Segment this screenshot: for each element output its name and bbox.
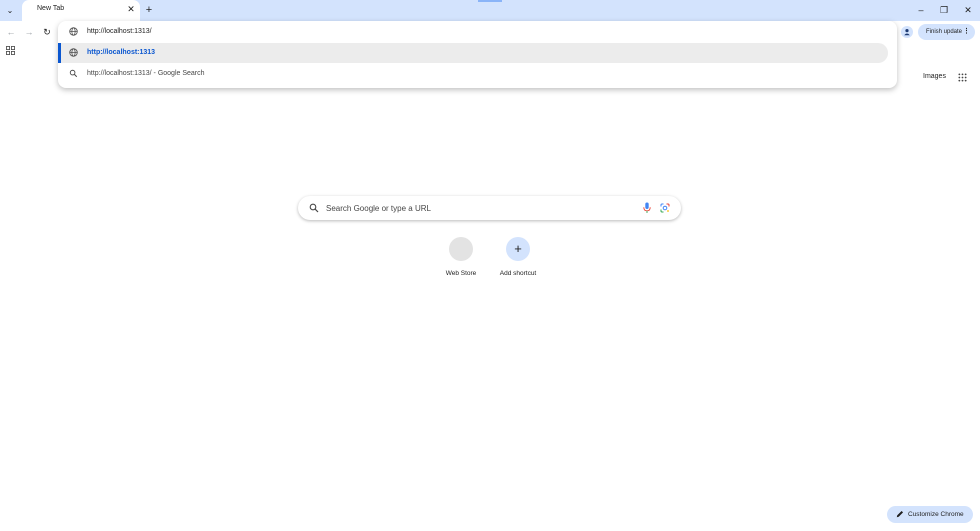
back-button[interactable]: ← (5, 26, 17, 38)
search-icon (309, 203, 319, 213)
close-window-button[interactable]: ✕ (961, 3, 975, 17)
suggestion-text: http://localhost:1313/ - Google Search (87, 70, 205, 77)
pencil-icon (896, 510, 904, 518)
ntp-search-box[interactable]: Search Google or type a URL (298, 196, 681, 220)
selection-indicator (58, 43, 61, 63)
profile-button[interactable] (901, 26, 913, 38)
omnibox-input-value: http://localhost:1313/ (87, 28, 152, 35)
globe-icon (69, 48, 78, 57)
suggestion-text: http://localhost:1313 (87, 49, 156, 56)
tabstrip-drag-area (478, 0, 502, 2)
omnibox-suggestion[interactable]: http://localhost:1313/ - Google Search (58, 64, 888, 84)
omnibox-suggestion[interactable]: http://localhost:1313 (58, 43, 888, 63)
search-placeholder: Search Google or type a URL (326, 204, 431, 213)
finish-update-button[interactable]: Finish update ⋮ (918, 24, 975, 40)
microphone-icon[interactable] (642, 202, 652, 214)
kebab-menu-icon: ⋮ (963, 28, 970, 35)
minimize-button[interactable]: – (914, 3, 928, 17)
tab-title: New Tab (37, 5, 65, 12)
apps-shortcut-icon[interactable] (6, 46, 15, 55)
forward-button[interactable]: → (23, 26, 35, 38)
reload-button[interactable]: ↻ (41, 26, 53, 38)
shortcut-web-store[interactable]: Web Store (431, 237, 491, 282)
plus-icon: + (506, 237, 530, 261)
tab-search-button[interactable]: ⌄ (3, 3, 17, 17)
shortcut-label: Add shortcut (499, 270, 537, 277)
google-apps-icon[interactable] (958, 73, 967, 82)
person-icon (904, 29, 910, 36)
tab-new-tab[interactable]: New Tab ✕ (22, 0, 140, 21)
globe-icon (69, 27, 78, 36)
finish-update-label: Finish update (926, 29, 963, 35)
images-link[interactable]: Images (923, 73, 946, 80)
maximize-button[interactable]: ❐ (937, 3, 951, 17)
tab-strip: ⌄ New Tab ✕ + – ❐ ✕ (0, 0, 980, 21)
web-store-icon (449, 237, 473, 261)
new-tab-button[interactable]: + (143, 4, 155, 16)
search-icon (69, 69, 78, 78)
tab-close-button[interactable]: ✕ (126, 4, 136, 14)
google-lens-icon[interactable] (660, 203, 670, 213)
shortcut-add[interactable]: + Add shortcut (488, 237, 548, 282)
customize-chrome-button[interactable]: Customize Chrome (887, 506, 973, 523)
omnibox-input[interactable]: http://localhost:1313/ (58, 21, 897, 43)
customize-chrome-label: Customize Chrome (908, 511, 964, 518)
omnibox-dropdown: http://localhost:1313/ http://localhost:… (58, 21, 897, 88)
shortcut-label: Web Store (445, 270, 477, 277)
